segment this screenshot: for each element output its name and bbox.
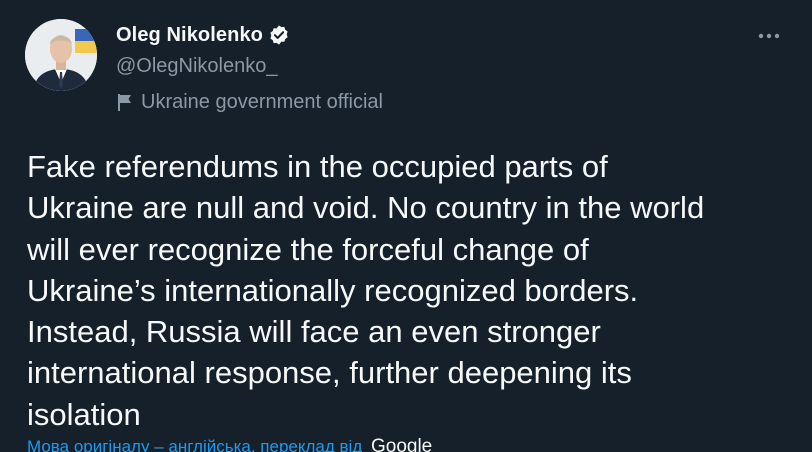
- tweet-text: Fake referendums in the occupied parts o…: [27, 149, 705, 432]
- translation-prefix[interactable]: Мова оригіналу – англійська, переклад ві…: [27, 437, 362, 452]
- tweet-header: Oleg Nikolenko @OlegNikolenko_ Ukraine g…: [116, 20, 383, 114]
- flag-icon: [116, 92, 134, 112]
- affiliation-label: Ukraine government official: [116, 90, 383, 114]
- tweet-card: Oleg Nikolenko @OlegNikolenko_ Ukraine g…: [0, 0, 812, 452]
- verified-badge-icon: [268, 24, 290, 46]
- user-handle[interactable]: @OlegNikolenko_: [116, 55, 383, 81]
- display-name[interactable]: Oleg Nikolenko: [116, 24, 263, 47]
- translation-note: Мова оригіналу – англійська, переклад ві…: [27, 436, 432, 452]
- affiliation-label-text: Ukraine government official: [141, 90, 383, 113]
- more-options-button[interactable]: [756, 22, 782, 48]
- more-options-icon: [758, 26, 780, 44]
- avatar[interactable]: [25, 19, 97, 91]
- name-row: Oleg Nikolenko: [116, 20, 383, 50]
- translation-provider: Google: [370, 436, 433, 452]
